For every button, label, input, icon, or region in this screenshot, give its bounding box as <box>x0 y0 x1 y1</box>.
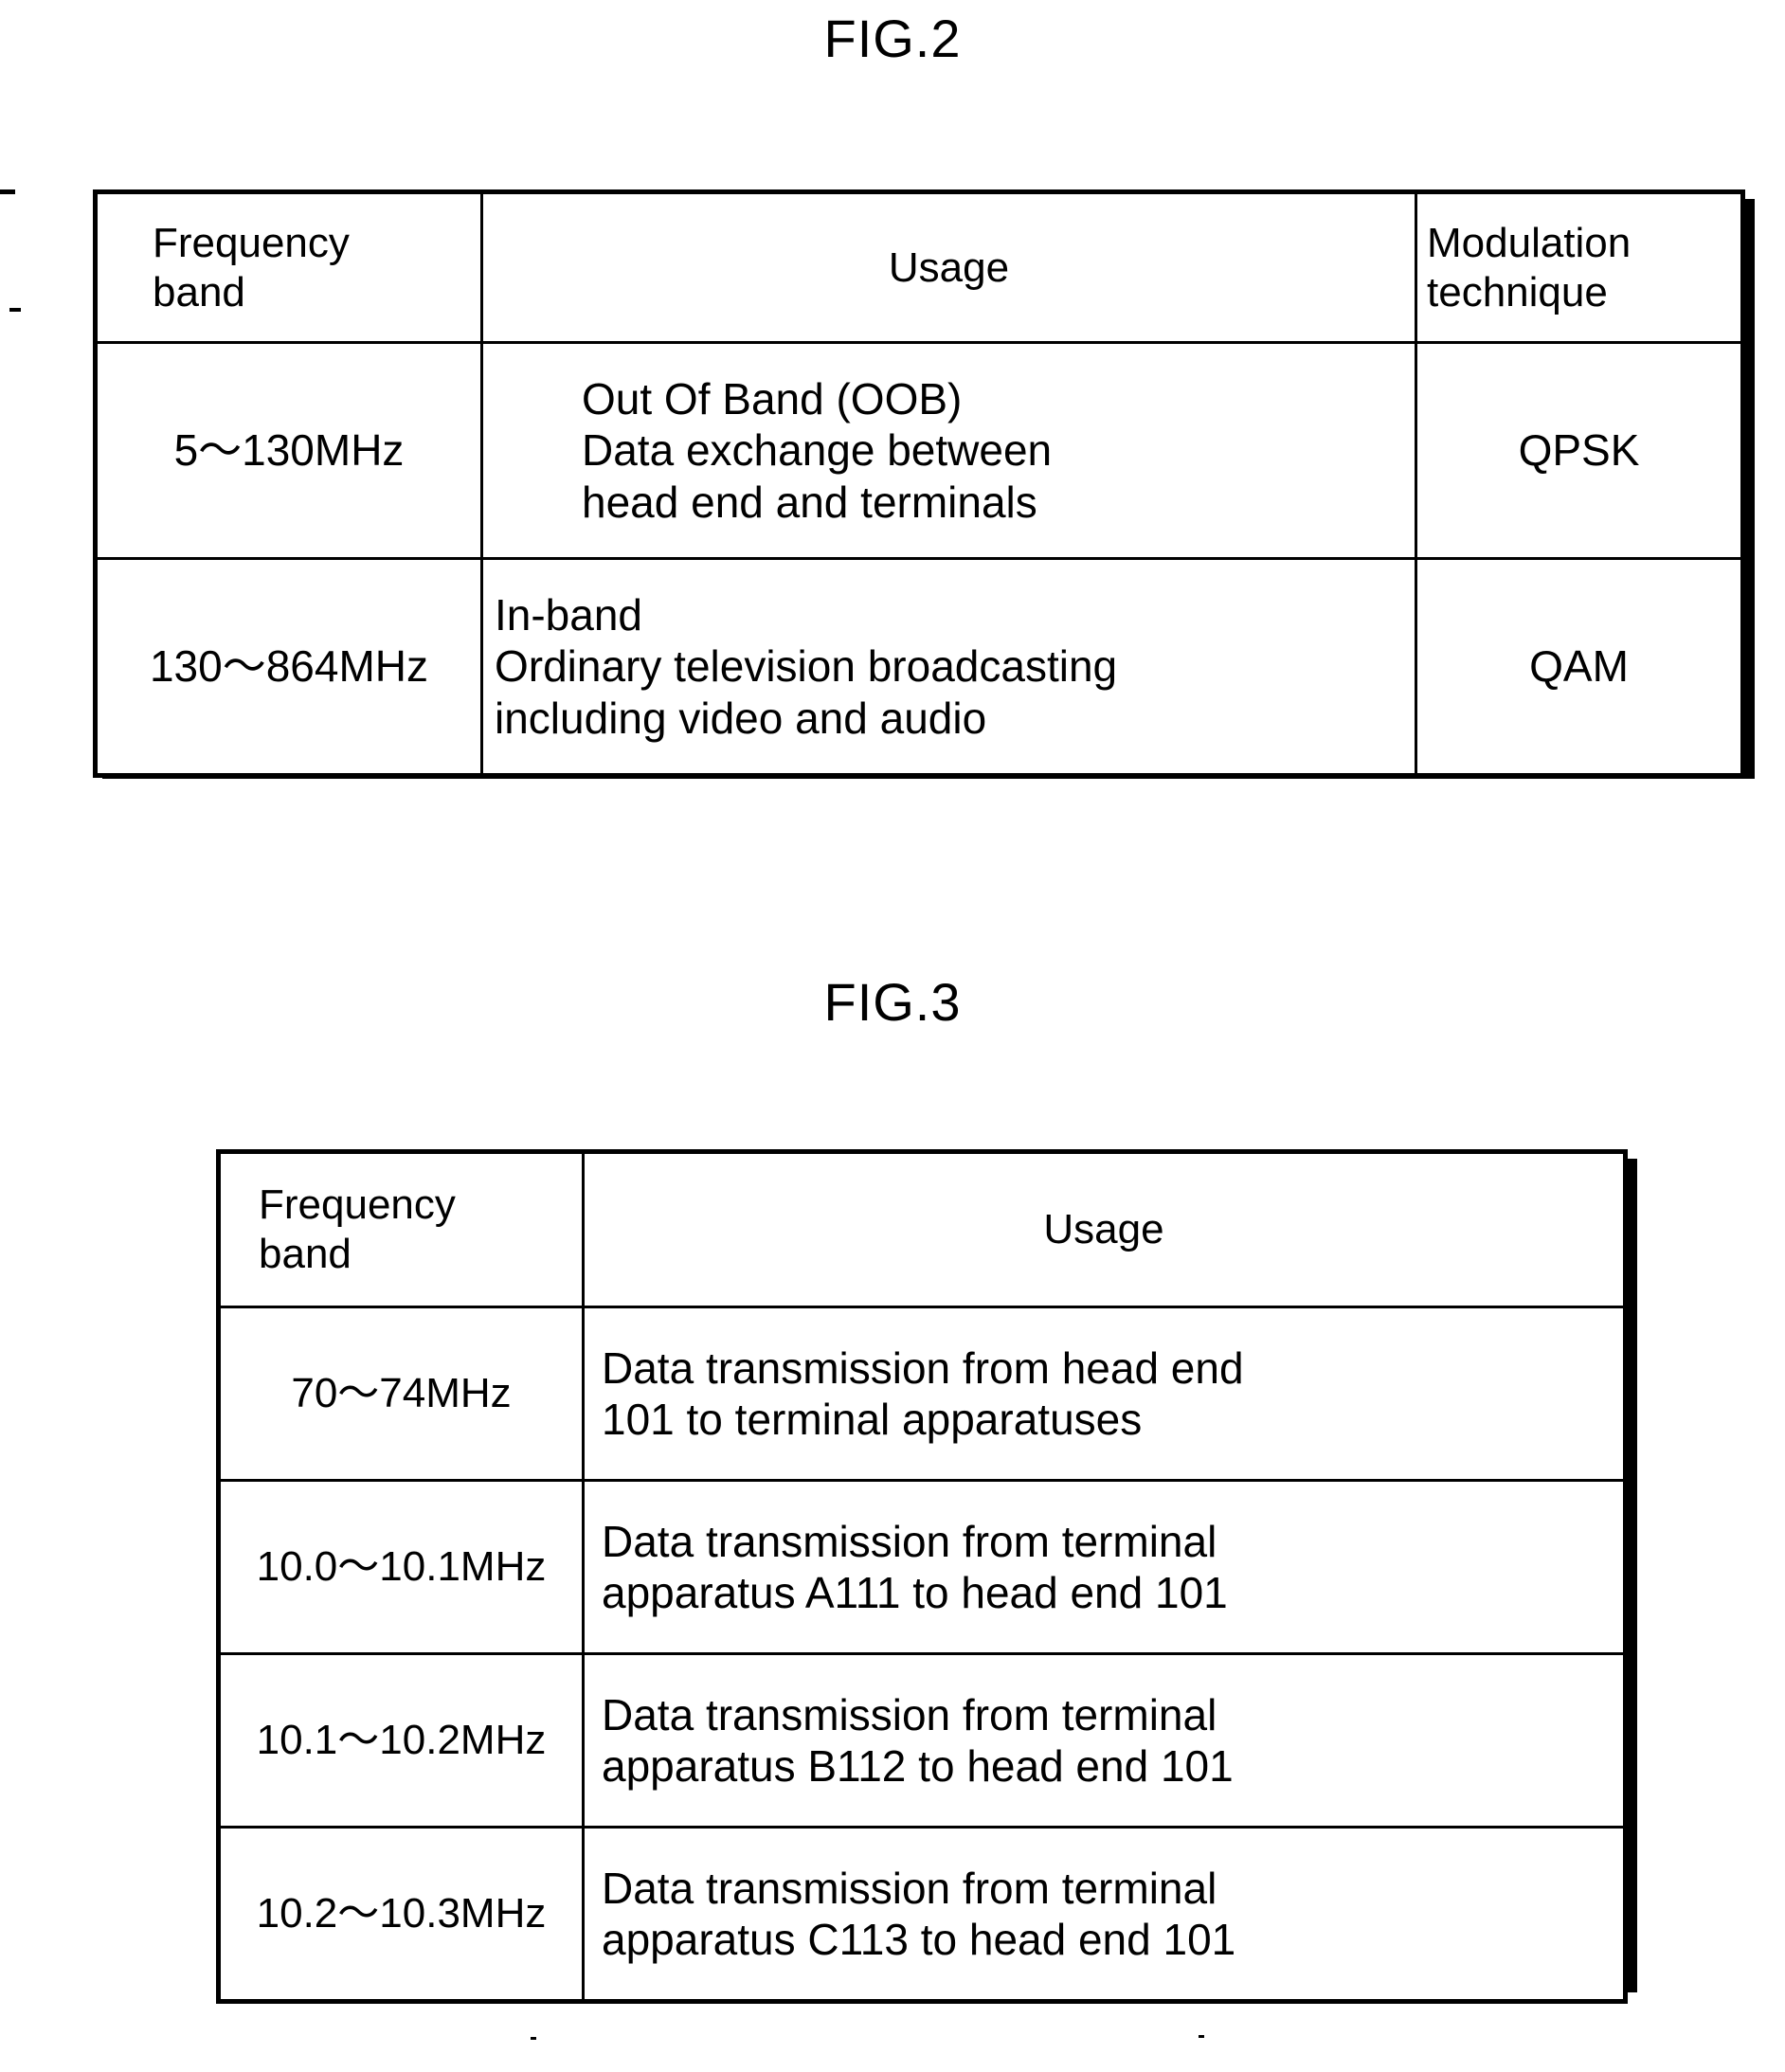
usage-line: Ordinary television broadcasting <box>495 641 1118 692</box>
margin-tick-upper <box>0 189 15 194</box>
table-row: 5〜130MHz Out Of Band (OOB) Data exchange… <box>94 341 1744 560</box>
cell-frequency-band: 10.2〜10.3MHz <box>217 1826 585 2003</box>
header-frequency-line1: Frequency <box>153 219 350 266</box>
table-row: 10.2〜10.3MHz Data transmission from term… <box>217 1826 1627 2003</box>
frequency-band-value: 10.1〜10.2MHz <box>256 1717 547 1764</box>
table-header-row: Frequency band Usage <box>217 1150 1627 1308</box>
cell-modulation-technique: QAM <box>1415 557 1744 777</box>
cell-frequency-band: 5〜130MHz <box>94 341 483 560</box>
table-row: 130〜864MHz In-band Ordinary television b… <box>94 557 1744 777</box>
usage-line: including video and audio <box>495 693 987 743</box>
margin-tick-lower <box>9 308 21 312</box>
frequency-band-value: 5〜130MHz <box>173 425 405 476</box>
frequency-band-value: 10.0〜10.1MHz <box>256 1543 547 1591</box>
figure-3-table: Frequency band Usage 70〜74MHz Data trans… <box>216 1149 1628 2004</box>
usage-line: apparatus C113 to head end 101 <box>602 1915 1236 1964</box>
frequency-band-value: 10.2〜10.3MHz <box>256 1890 547 1937</box>
usage-line: Out Of Band (OOB) <box>582 374 963 424</box>
header-usage-label: Usage <box>888 243 1010 291</box>
header-usage-label: Usage <box>1043 1206 1164 1253</box>
header-cell-modulation-technique: Modulation technique <box>1415 190 1744 344</box>
usage-line: Data transmission from terminal <box>602 1863 1217 1913</box>
usage-line: apparatus A111 to head end 101 <box>602 1568 1228 1617</box>
usage-line: Data transmission from terminal <box>602 1516 1217 1566</box>
usage-line: Data transmission from head end <box>602 1342 1244 1393</box>
figure-2-table: Frequency band Usage Modulation techniqu… <box>93 189 1745 778</box>
header-modulation-line1: Modulation <box>1427 219 1632 266</box>
header-frequency-line2: band <box>259 1231 352 1277</box>
cell-usage: Out Of Band (OOB) Data exchange between … <box>480 341 1417 560</box>
figure-3-table-container: Frequency band Usage 70〜74MHz Data trans… <box>216 1149 1628 2004</box>
figure-2-title: FIG.2 <box>823 9 962 68</box>
figure-3-title: FIG.3 <box>823 972 962 1032</box>
modulation-value: QAM <box>1529 641 1629 692</box>
header-cell-frequency-band: Frequency band <box>217 1150 585 1308</box>
cell-frequency-band: 10.0〜10.1MHz <box>217 1479 585 1655</box>
cell-modulation-technique: QPSK <box>1415 341 1744 560</box>
header-cell-usage: Usage <box>480 190 1417 344</box>
header-modulation-line2: technique <box>1427 268 1608 315</box>
usage-line: In-band <box>495 590 643 640</box>
frequency-band-value: 130〜864MHz <box>149 641 429 692</box>
usage-line: Data transmission from terminal <box>602 1689 1217 1739</box>
header-frequency-line1: Frequency <box>259 1181 456 1229</box>
table-row: 10.1〜10.2MHz Data transmission from term… <box>217 1652 1627 1829</box>
cell-usage: Data transmission from terminal apparatu… <box>582 1652 1627 1829</box>
scan-speck <box>1199 2035 1204 2038</box>
usage-line: Data exchange between <box>582 425 1053 476</box>
cell-usage: Data transmission from terminal apparatu… <box>582 1479 1627 1655</box>
scan-speck <box>531 2037 536 2040</box>
table-header-row: Frequency band Usage Modulation techniqu… <box>94 190 1744 344</box>
table-row: 10.0〜10.1MHz Data transmission from term… <box>217 1479 1627 1655</box>
header-frequency-line2: band <box>153 268 245 315</box>
table-row: 70〜74MHz Data transmission from head end… <box>217 1306 1627 1482</box>
figure-2-table-container: Frequency band Usage Modulation techniqu… <box>93 189 1745 778</box>
cell-usage: Data transmission from head end 101 to t… <box>582 1306 1627 1482</box>
frequency-band-value: 70〜74MHz <box>291 1370 512 1417</box>
cell-usage: Data transmission from terminal apparatu… <box>582 1826 1627 2003</box>
header-cell-usage: Usage <box>582 1150 1627 1308</box>
usage-line: head end and terminals <box>582 477 1037 527</box>
header-cell-frequency-band: Frequency band <box>94 190 483 344</box>
modulation-value: QPSK <box>1518 425 1640 476</box>
usage-line: apparatus B112 to head end 101 <box>602 1741 1234 1791</box>
cell-usage: In-band Ordinary television broadcasting… <box>480 557 1417 777</box>
cell-frequency-band: 70〜74MHz <box>217 1306 585 1482</box>
usage-line: 101 to terminal apparatuses <box>602 1395 1143 1444</box>
cell-frequency-band: 130〜864MHz <box>94 557 483 777</box>
cell-frequency-band: 10.1〜10.2MHz <box>217 1652 585 1829</box>
